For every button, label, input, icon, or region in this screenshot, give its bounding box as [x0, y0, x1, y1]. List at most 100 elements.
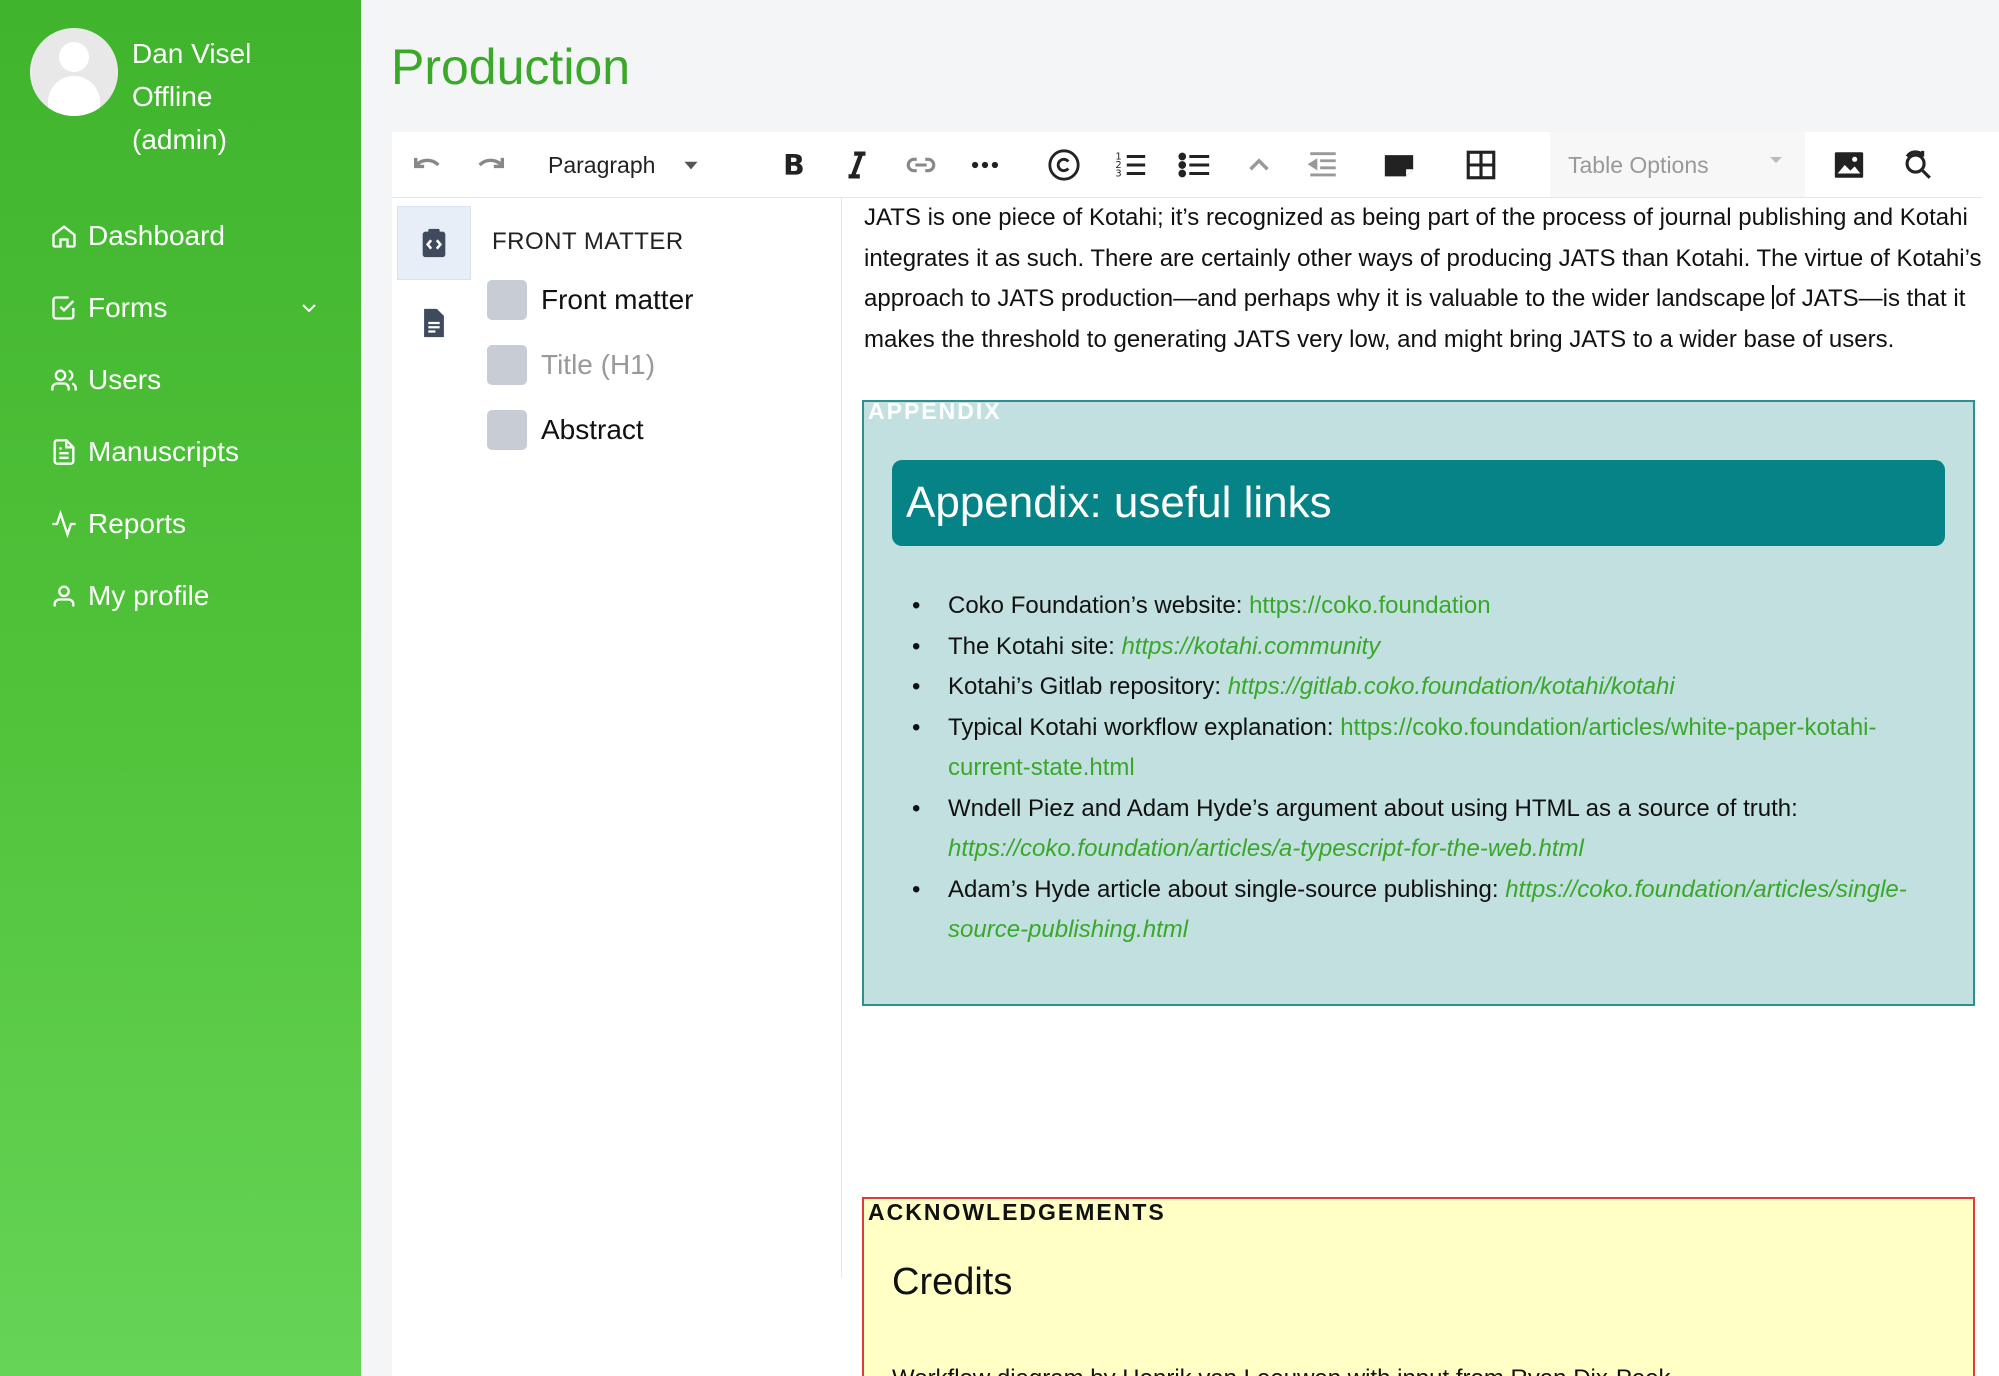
acknowledgements-section[interactable]: ACKNOWLEDGEMENTS Credits Workflow diagra…: [862, 1197, 1975, 1376]
sidebar-item-reports[interactable]: Reports: [50, 488, 330, 560]
chevron-down-icon[interactable]: [297, 296, 321, 320]
bullet-list-icon: [1178, 152, 1210, 178]
text-cursor: [1772, 285, 1775, 309]
intro-paragraph[interactable]: JATS is one piece of Kotahi; it’s recogn…: [862, 198, 1982, 360]
bullet-list-button[interactable]: [1178, 146, 1212, 184]
sidebar: Dan Visel Offline (admin) Dashboard Form…: [0, 0, 361, 1376]
find-replace-button[interactable]: [1900, 146, 1934, 184]
activity-icon: [52, 510, 76, 538]
page-title: Production: [391, 39, 631, 95]
sidebar-item-label: My profile: [88, 580, 210, 611]
check-square-icon: [52, 296, 75, 320]
appendix-heading[interactable]: Appendix: useful links: [892, 460, 1945, 546]
block-type-select[interactable]: Paragraph: [548, 146, 718, 184]
link-icon: [906, 157, 936, 173]
list-item: Wndell Piez and Adam Hyde’s argument abo…: [910, 789, 1950, 870]
credits-heading[interactable]: Credits: [892, 1261, 1012, 1304]
list-item: The Kotahi site: https://kotahi.communit…: [910, 627, 1950, 668]
note-icon: [1384, 155, 1414, 177]
list-item: Coko Foundation’s website: https://coko.…: [910, 586, 1950, 627]
checkbox[interactable]: [487, 280, 527, 320]
sidebar-nav: Dashboard Forms Users Manuscripts Report…: [50, 200, 330, 632]
sidebar-item-my-profile[interactable]: My profile: [50, 560, 330, 632]
sidebar-item-users[interactable]: Users: [50, 344, 330, 416]
checkbox[interactable]: [487, 410, 527, 450]
table-button[interactable]: [1464, 146, 1498, 184]
redo-button[interactable]: [474, 146, 508, 184]
sidebar-item-forms[interactable]: Forms: [50, 272, 330, 344]
chevron-up-icon: [1249, 158, 1269, 171]
more-icon: [971, 161, 999, 169]
link-button[interactable]: [904, 146, 938, 184]
svg-text:B: B: [783, 149, 805, 182]
editor-toolbar: Paragraph B 123 Table Options: [392, 132, 1982, 198]
undo-icon: [413, 157, 440, 169]
link[interactable]: https://gitlab.coko.foundation/kotahi/ko…: [1228, 673, 1675, 700]
block-type-value: Paragraph: [548, 151, 656, 178]
italic-icon: [848, 151, 866, 179]
tab-front-matter[interactable]: [397, 206, 471, 280]
editor-content[interactable]: JATS is one piece of Kotahi; it’s recogn…: [862, 198, 1982, 1376]
link[interactable]: https://kotahi.community: [1121, 633, 1380, 660]
user-role: (admin): [132, 124, 227, 155]
lift-button[interactable]: [1242, 146, 1276, 184]
sidebar-item-label: Reports: [88, 508, 187, 539]
home-icon: [52, 225, 76, 248]
sidebar-item-label: Manuscripts: [88, 436, 239, 467]
ordered-list-button[interactable]: 123: [1114, 146, 1148, 184]
sidebar-item-label: Forms: [88, 292, 168, 323]
title-item[interactable]: Title (H1): [487, 345, 655, 385]
bold-button[interactable]: B: [776, 146, 810, 184]
image-icon: [1834, 152, 1864, 178]
user-card[interactable]: Dan Visel Offline (admin): [30, 28, 251, 161]
ordered-list-icon: 123: [1115, 151, 1146, 179]
caret-down-icon: [684, 161, 698, 170]
table-options-select[interactable]: Table Options: [1568, 146, 1788, 184]
users-icon: [51, 369, 77, 391]
italic-button[interactable]: [840, 146, 874, 184]
caret-down-icon: [1770, 157, 1782, 163]
image-button[interactable]: [1832, 146, 1866, 184]
appendix-section[interactable]: APPENDIX Appendix: useful links Coko Fou…: [862, 398, 1975, 1006]
copyright-button[interactable]: [1047, 146, 1081, 184]
credits-text[interactable]: Workflow diagram by Henrik van Leeuwen w…: [892, 1365, 1671, 1376]
find-replace-icon: [1905, 150, 1931, 179]
front-matter-heading: FRONT MATTER: [492, 228, 684, 255]
link[interactable]: https://coko.foundation/articles/a-types…: [948, 835, 1584, 862]
svg-text:3: 3: [1115, 168, 1121, 179]
table-icon: [1466, 150, 1496, 180]
title-item-label: Title (H1): [541, 349, 656, 380]
tab-document[interactable]: [397, 286, 471, 360]
document-icon: [424, 308, 444, 338]
list-item: Kotahi’s Gitlab repository: https://gitl…: [910, 667, 1950, 708]
outdent-button[interactable]: [1306, 146, 1340, 184]
main-area: Production Paragraph B 1 2 3 Table Optio…: [361, 0, 1999, 1376]
list-item: Adam’s Hyde article about single-source …: [910, 870, 1950, 951]
note-button[interactable]: [1382, 146, 1416, 184]
links-list: Coko Foundation’s website: https://coko.…: [910, 586, 1950, 951]
undo-button[interactable]: [410, 146, 444, 184]
user-name: Dan Visel: [132, 38, 252, 69]
table-options-label: Table Options: [1568, 151, 1709, 178]
sidebar-item-manuscripts[interactable]: Manuscripts: [50, 416, 330, 488]
link[interactable]: https://coko.foundation: [1249, 592, 1491, 619]
abstract-item-label: Abstract: [541, 414, 644, 445]
editor-panel: Paragraph B 123 Table Options FRONT MATT…: [392, 132, 1999, 1376]
sidebar-item-dashboard[interactable]: Dashboard: [50, 200, 330, 272]
file-icon: [53, 439, 75, 465]
structure-panel: FRONT MATTER Front matter Title (H1) Abs…: [392, 198, 842, 1278]
user-icon: [53, 585, 75, 607]
abstract-item[interactable]: Abstract: [487, 410, 644, 450]
copyright-icon: [1048, 149, 1080, 181]
more-button[interactable]: [968, 146, 1002, 184]
bold-icon: B: [783, 149, 805, 182]
avatar: [30, 28, 118, 116]
outdent-icon: [1307, 152, 1336, 177]
front-matter-item-label: Front matter: [541, 284, 694, 315]
front-matter-item[interactable]: Front matter: [487, 280, 693, 320]
user-status: Offline: [132, 81, 213, 112]
appendix-label: APPENDIX: [868, 398, 1002, 424]
checkbox[interactable]: [487, 345, 527, 385]
code-clipboard-icon: [422, 228, 446, 258]
redo-icon: [478, 157, 505, 169]
